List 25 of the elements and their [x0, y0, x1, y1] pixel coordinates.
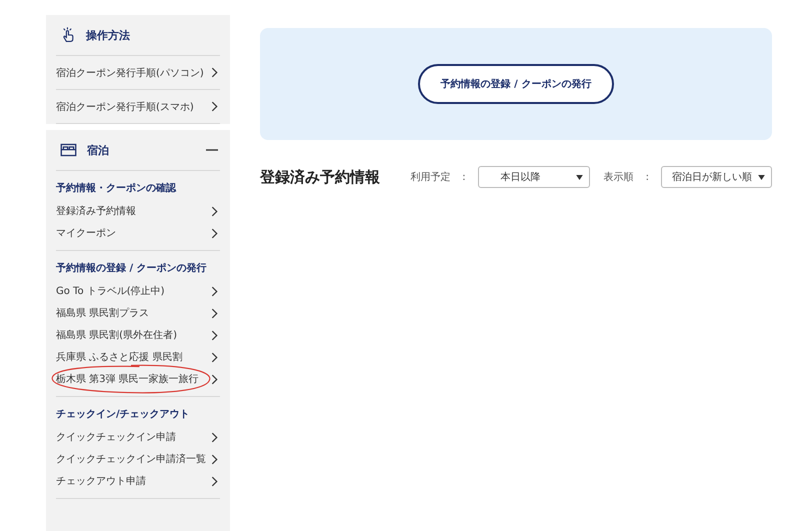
filter-label: 利用予定 — [410, 170, 450, 184]
register-button[interactable]: 予約情報の登録 / クーポンの発行 — [418, 64, 614, 104]
panel-title: 操作方法 — [86, 28, 130, 42]
nav-link[interactable]: 登録済み予約情報 — [56, 200, 220, 222]
section-heading: 予約情報の登録 / クーポンの発行 — [56, 262, 208, 276]
nav-link[interactable]: 福島県 県民割(県外在住者) — [56, 324, 220, 346]
section-heading: 予約情報・クーポンの確認 — [56, 182, 178, 196]
page-heading: 登録済み予約情報 — [260, 168, 380, 186]
filter-label: 表示順 — [604, 170, 634, 184]
nav-link[interactable]: クイックチェックイン申請 — [56, 426, 220, 448]
nav-link[interactable]: Go To トラベル(停止中) — [56, 280, 220, 302]
nav-link[interactable]: 兵庫県 ふるさと応援 県民割 — [56, 346, 220, 368]
nav-link[interactable]: 福島県 県民割プラス — [56, 302, 220, 324]
nav-link[interactable]: マイクーポン — [56, 222, 220, 244]
panel-title: 宿泊 — [87, 142, 109, 158]
nav-link[interactable]: 栃木県 第3弾 県民一家族一旅行 — [56, 368, 220, 390]
guide-link[interactable]: 宿泊クーポン発行手順(スマホ) — [56, 90, 220, 123]
dropdown-select[interactable]: 宿泊日が新しい順 — [661, 166, 772, 188]
nav-link[interactable]: チェックアウト申請 — [56, 470, 220, 492]
dropdown-select[interactable]: 本日以降 — [478, 166, 590, 188]
nav-link[interactable]: クイックチェックイン申請済一覧 — [56, 448, 220, 470]
section-heading: チェックイン/チェックアウト — [56, 408, 191, 422]
guide-link[interactable]: 宿泊クーポン発行手順(パソコン) — [56, 56, 220, 89]
colon-separator: : — [646, 172, 649, 182]
colon-separator: : — [462, 172, 466, 182]
